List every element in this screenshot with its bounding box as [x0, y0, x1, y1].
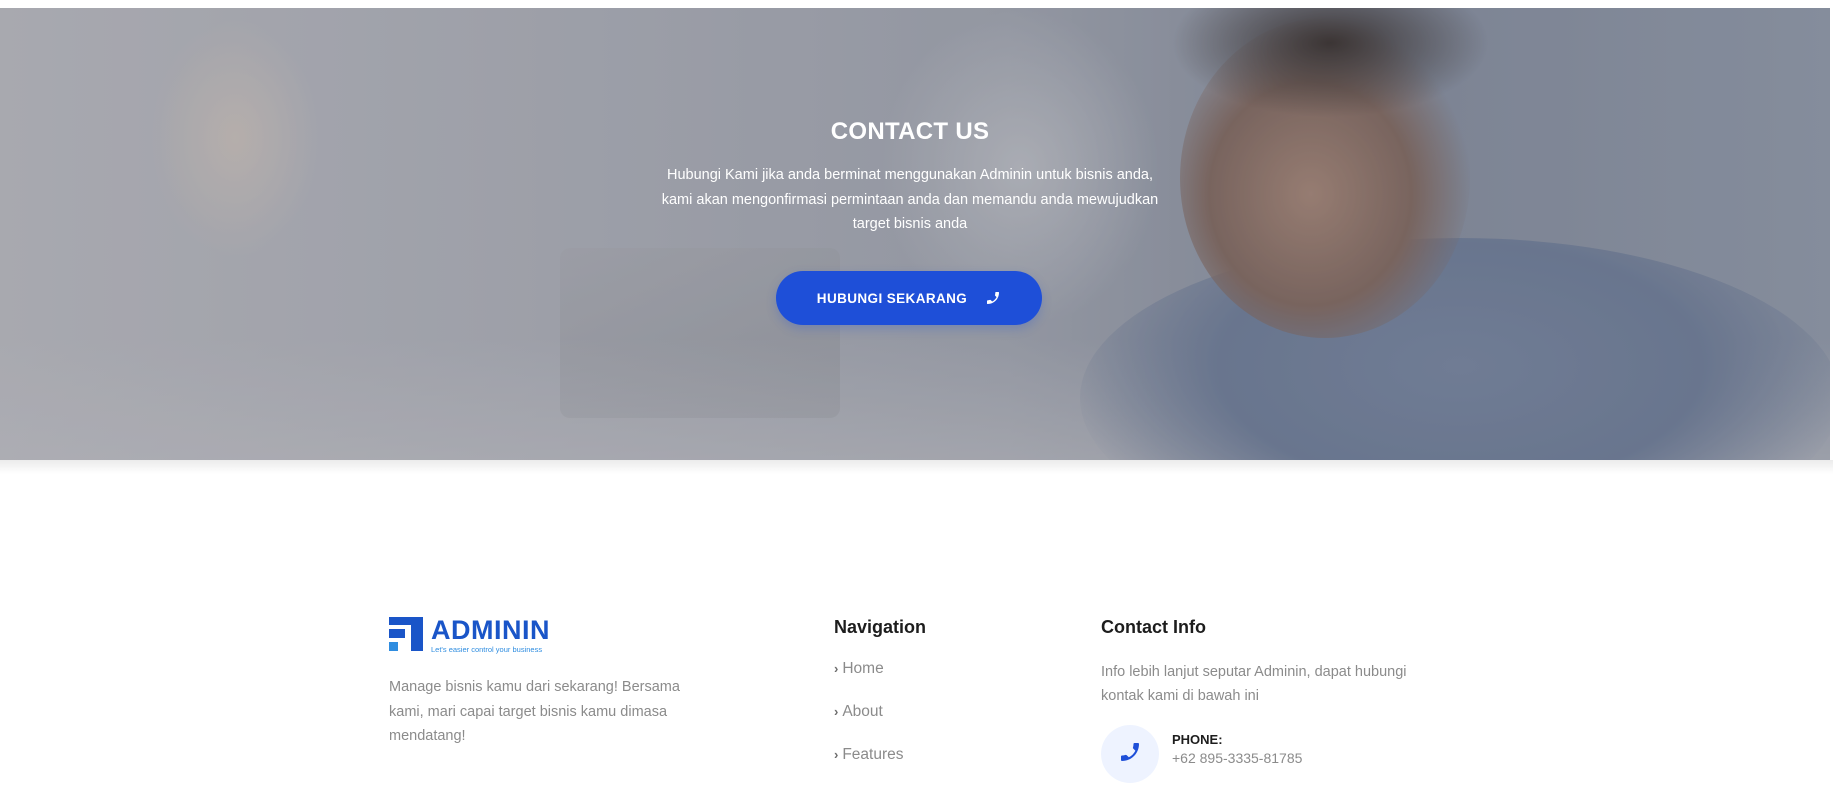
top-strip — [0, 0, 1833, 8]
footer-nav-home[interactable]: › Home — [834, 660, 904, 703]
logo-text: ADMININ Let's easier control your busine… — [431, 615, 550, 655]
footer-nav-label: Features — [842, 746, 904, 763]
footer-nav-label: Home — [842, 660, 884, 677]
phone-icon-circle — [1101, 725, 1159, 783]
chevron-right-icon: › — [834, 747, 839, 762]
adminin-logo-mark-icon — [389, 617, 423, 651]
contact-hero: CONTACT US Hubungi Kami jika anda bermin… — [0, 8, 1830, 460]
contact-info-heading: Contact Info — [1101, 617, 1206, 637]
hero-description: Hubungi Kami jika anda berminat mengguna… — [661, 167, 1159, 232]
logo-tagline: Let's easier control your business — [431, 645, 543, 654]
hubungi-sekarang-button[interactable]: HUBUNGI SEKARANG — [776, 271, 1042, 325]
footer-nav-about[interactable]: › About — [834, 703, 904, 746]
phone-label: PHONE: — [1172, 732, 1223, 747]
hubungi-sekarang-label: HUBUNGI SEKARANG — [816, 290, 968, 306]
footer-nav-features[interactable]: › Features — [834, 746, 904, 789]
phone-icon — [1118, 740, 1142, 769]
chevron-right-icon: › — [834, 661, 839, 676]
footer-nav-label: About — [842, 703, 883, 720]
phone-number-link[interactable]: +62 895-3335-81785 — [1172, 750, 1302, 766]
logo-name: ADMININ — [431, 615, 550, 645]
adminin-logo[interactable]: ADMININ Let's easier control your busine… — [389, 617, 550, 654]
footer: ADMININ Let's easier control your busine… — [0, 460, 1833, 783]
navigation-heading: Navigation — [834, 617, 927, 637]
footer-nav-list: › Home › About › Features — [834, 660, 904, 789]
chevron-right-icon: › — [834, 704, 839, 719]
contact-info-description: Info lebih lanjut seputar Adminin, dapat… — [1101, 664, 1407, 704]
footer-about-text: Manage bisnis kamu dari sekarang! Bersam… — [389, 679, 680, 744]
hero-title: CONTACT US — [830, 118, 990, 145]
phone-icon — [985, 290, 1001, 306]
